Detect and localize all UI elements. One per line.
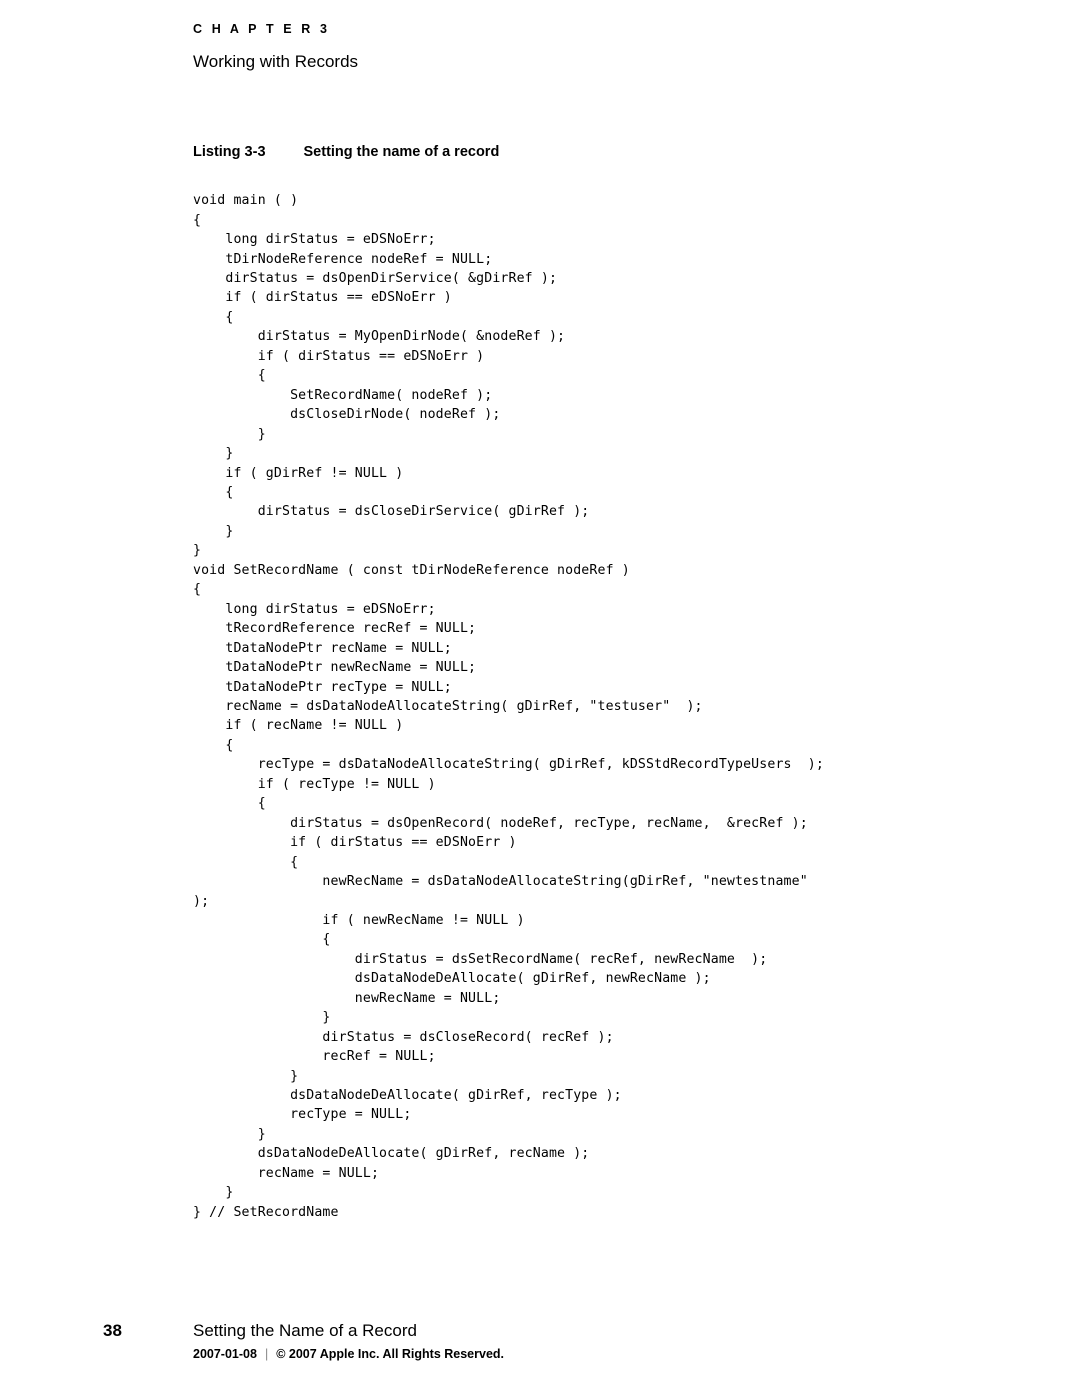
code-listing: void main ( ) { long dirStatus = eDSNoEr… — [193, 193, 824, 1220]
document-page: C H A P T E R 3 Working with Records Lis… — [0, 0, 1080, 1397]
listing-heading: Listing 3-3 Setting the name of a record — [193, 144, 499, 160]
chapter-title: Working with Records — [193, 52, 359, 71]
listing-number: Listing 3-3 — [193, 144, 266, 160]
footer-legal-line: 2007-01-08 | © 2007 Apple Inc. All Rights … — [193, 1347, 504, 1361]
footer-separator: | — [264, 1347, 269, 1361]
footer-page-number: 38 — [103, 1321, 122, 1340]
footer-section-title: Setting the Name of a Record — [193, 1321, 417, 1340]
footer-date: 2007-01-08 — [193, 1347, 257, 1361]
footer-copyright: © 2007 Apple Inc. All Rights Reserved. — [276, 1347, 505, 1361]
chapter-label: C H A P T E R 3 — [193, 22, 331, 36]
listing-caption: Setting the name of a record — [303, 144, 500, 160]
